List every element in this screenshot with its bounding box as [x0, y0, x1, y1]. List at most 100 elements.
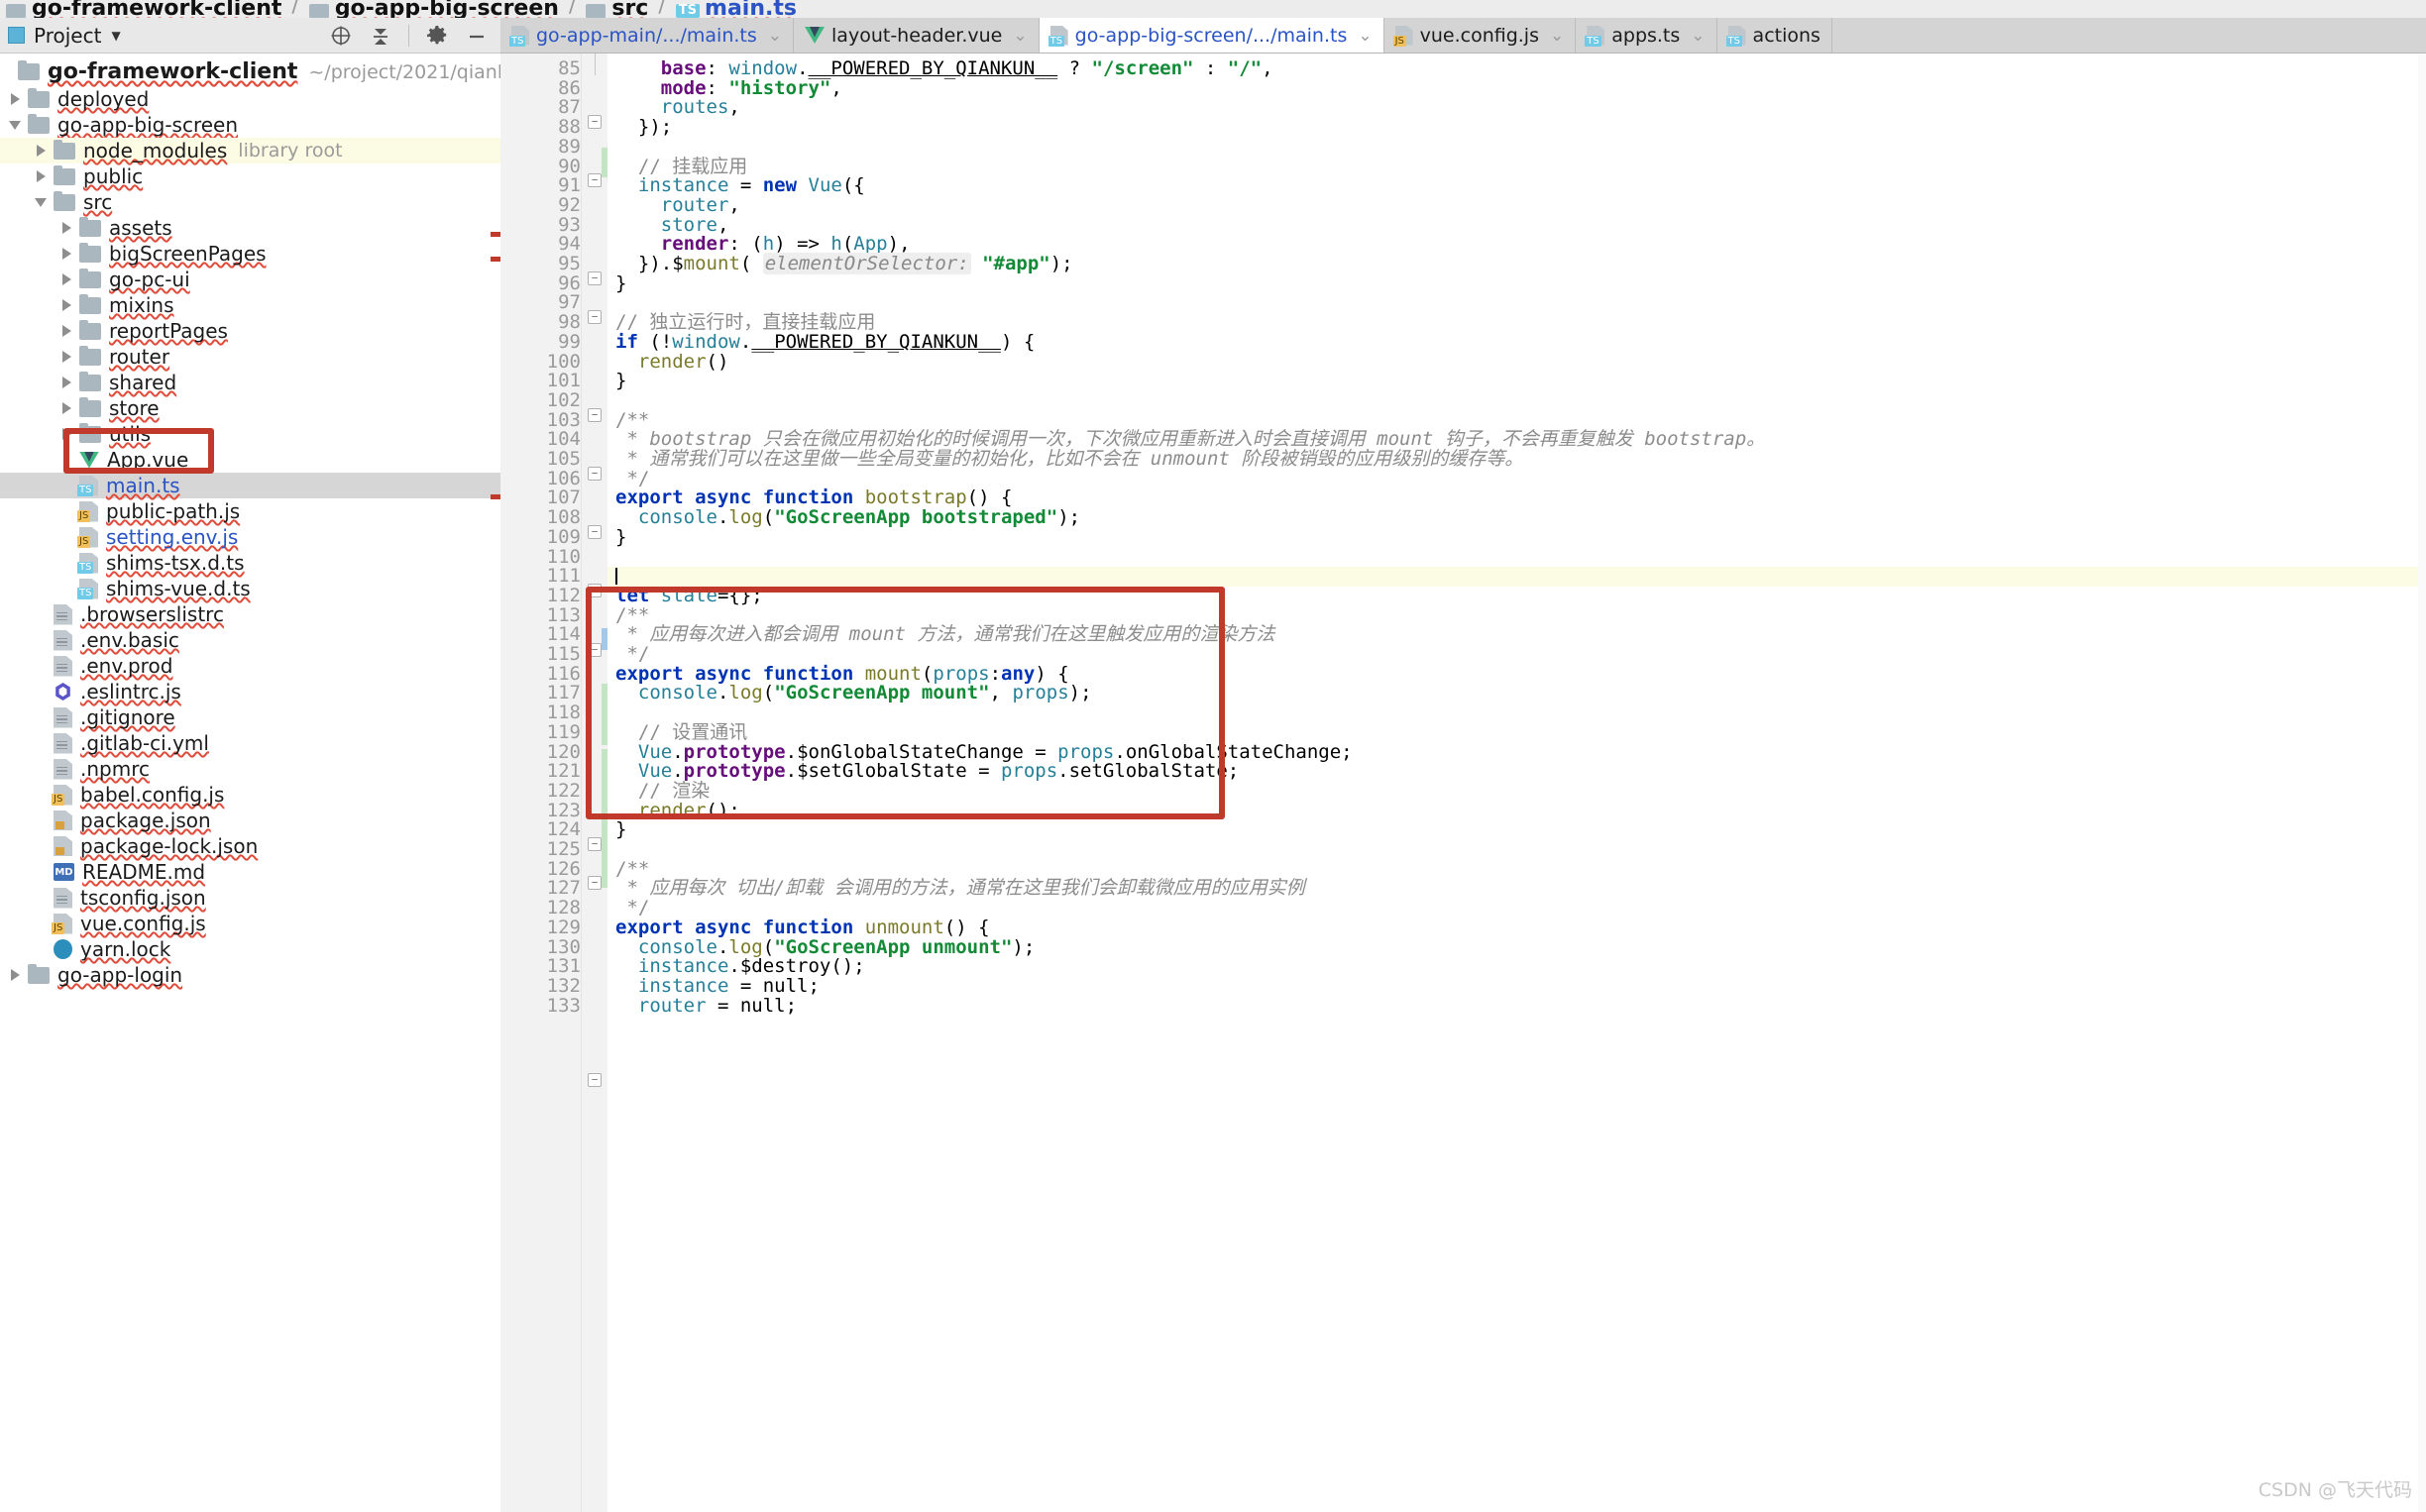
tree-row-router[interactable]: router [0, 344, 500, 370]
fold-toggle-icon[interactable]: − [588, 310, 602, 324]
expand-arrow-icon[interactable] [59, 349, 75, 365]
chevron-down-icon[interactable]: ⌄ [1691, 26, 1705, 46]
expand-arrow-icon[interactable] [59, 246, 75, 262]
tree-row-deployed[interactable]: deployed [0, 86, 500, 112]
code-line[interactable]: render(); [607, 801, 740, 821]
code-line[interactable] [607, 548, 615, 568]
fold-toggle-icon[interactable]: − [588, 643, 602, 657]
code-line[interactable]: } [607, 273, 626, 294]
breadcrumb-item-3[interactable]: TS main.ts [675, 0, 797, 18]
tree-row-setting-env-js[interactable]: JS setting.env.js [0, 524, 500, 550]
expand-arrow-icon[interactable] [34, 143, 50, 159]
tab-layout-header-vue[interactable]: layout-header.vue ⌄ [794, 18, 1040, 53]
fold-toggle-icon[interactable]: − [588, 173, 602, 187]
hide-toolwindow-icon[interactable] [465, 24, 489, 48]
tree-row-main-ts[interactable]: TS main.ts [0, 473, 500, 498]
fold-toggle-icon[interactable]: − [588, 876, 602, 890]
tree-row-node-modules[interactable]: node_modules library root [0, 138, 500, 163]
code-folding-column[interactable]: − − − − − − − − − − − − [582, 54, 607, 1512]
fold-toggle-icon[interactable]: − [588, 115, 602, 129]
tree-row-yarn-lock[interactable]: yarn.lock [0, 936, 500, 962]
tree-row-src[interactable]: src [0, 189, 500, 215]
collapse-all-icon[interactable] [369, 24, 392, 48]
chevron-down-icon[interactable]: ⌄ [1550, 26, 1564, 46]
fold-toggle-icon[interactable]: − [588, 837, 602, 851]
tree-row-go-app-login[interactable]: go-app-login [0, 962, 500, 988]
tab-go-app-big-screen-main-ts[interactable]: TS go-app-big-screen/.../main.ts ⌄ [1039, 18, 1384, 53]
tab-actions[interactable]: TS actions [1716, 18, 1832, 53]
tab-go-app-main-main-ts[interactable]: TS go-app-main/.../main.ts ⌄ [500, 18, 795, 53]
tab-vue-config-js[interactable]: JS vue.config.js ⌄ [1383, 18, 1577, 53]
code-line[interactable]: base: window.__POWERED_BY_QIANKUN__ ? "/… [607, 58, 1273, 79]
expand-arrow-icon[interactable] [59, 271, 75, 287]
chevron-down-icon[interactable]: ⌄ [1013, 26, 1027, 46]
tree-row--gitignore[interactable]: .gitignore [0, 704, 500, 730]
locate-icon[interactable] [329, 24, 353, 48]
tree-row-vue-config-js[interactable]: JS vue.config.js [0, 911, 500, 936]
code-line[interactable] [607, 840, 615, 860]
editor-scrollbar[interactable] [2418, 54, 2426, 1512]
collapse-arrow-icon[interactable] [34, 194, 50, 210]
tree-row-package-json[interactable]: package.json [0, 808, 500, 833]
code-line[interactable]: }); [607, 117, 672, 138]
code-line[interactable]: router = null; [607, 996, 797, 1017]
tree-row-tsconfig-json[interactable]: tsconfig.json [0, 885, 500, 911]
tree-row-utils[interactable]: utils [0, 421, 500, 447]
code-line[interactable]: } [607, 820, 626, 840]
code-line[interactable]: console.log("GoScreenApp bootstraped"); [607, 507, 1080, 528]
code-editor[interactable]: 85 86 87 88 89 90 91 92 93 94 95 96 97 98 99 100 101 102 1… [500, 54, 2426, 1512]
project-tree[interactable]: go-framework-client ~/project/2021/qiank… [0, 54, 500, 1512]
expand-arrow-icon[interactable] [8, 967, 24, 983]
breadcrumb-item-0[interactable]: go-framework-client [6, 0, 281, 18]
tree-row-public-path-js[interactable]: JS public-path.js [0, 498, 500, 524]
tree-root-row[interactable]: go-framework-client ~/project/2021/qiank… [0, 57, 500, 86]
fold-toggle-icon[interactable]: − [588, 271, 602, 285]
tree-row-bigscreenpages[interactable]: bigScreenPages [0, 241, 500, 267]
fold-toggle-icon[interactable]: − [588, 525, 602, 539]
chevron-down-icon[interactable]: ⌄ [1358, 26, 1372, 46]
code-line[interactable]: } [607, 371, 626, 391]
code-line[interactable]: * 应用每次 切出/卸载 会调用的方法，通常在这里我们会卸载微应用的应用实例 [607, 879, 1304, 899]
tree-row-mixins[interactable]: mixins [0, 292, 500, 318]
expand-arrow-icon[interactable] [59, 323, 75, 339]
tree-row--browserslistrc[interactable]: .browserslistrc [0, 601, 500, 627]
tab-apps-ts[interactable]: TS apps.ts ⌄ [1576, 18, 1717, 53]
tree-row-shared[interactable]: shared [0, 370, 500, 395]
tree-row--npmrc[interactable]: .npmrc [0, 756, 500, 782]
expand-arrow-icon[interactable] [59, 426, 75, 442]
expand-arrow-icon[interactable] [59, 375, 75, 390]
code-line[interactable] [607, 391, 615, 411]
expand-arrow-icon[interactable] [8, 91, 24, 107]
tree-row-public[interactable]: public [0, 163, 500, 189]
code-line[interactable]: console.log("GoScreenApp mount", props); [607, 684, 1092, 703]
breadcrumb-item-2[interactable]: src [586, 0, 648, 18]
settings-gear-icon[interactable] [425, 24, 449, 48]
breadcrumb-item-1[interactable]: go-app-big-screen [308, 0, 559, 18]
tree-row-go-pc-ui[interactable]: go-pc-ui [0, 267, 500, 292]
collapse-arrow-icon[interactable] [8, 117, 24, 133]
fold-toggle-icon[interactable]: − [588, 408, 602, 422]
code-line[interactable]: instance = new Vue({ [607, 175, 865, 196]
code-line[interactable] [607, 293, 615, 313]
tree-row-app-vue[interactable]: App.vue [0, 447, 500, 473]
code-line[interactable]: }).$mount( elementOrSelector: "#app"); [607, 253, 1073, 274]
tree-row--eslintrc-js[interactable]: .eslintrc.js [0, 679, 500, 704]
code-line[interactable] [607, 703, 615, 723]
code-line[interactable]: } [607, 527, 626, 548]
tree-row-go-app-big-screen[interactable]: go-app-big-screen [0, 112, 500, 138]
tree-row--env-prod[interactable]: .env.prod [0, 653, 500, 679]
expand-arrow-icon[interactable] [59, 400, 75, 416]
expand-arrow-icon[interactable] [34, 168, 50, 184]
fold-toggle-icon[interactable]: − [588, 467, 602, 481]
code-text-area[interactable]: base: window.__POWERED_BY_QIANKUN__ ? "/… [607, 54, 2426, 1512]
tree-row-reportpages[interactable]: reportPages [0, 318, 500, 344]
fold-toggle-icon[interactable]: − [588, 1073, 602, 1087]
fold-toggle-icon[interactable]: − [588, 584, 602, 597]
expand-arrow-icon[interactable] [59, 297, 75, 313]
tree-row--gitlab-ci-yml[interactable]: .gitlab-ci.yml [0, 730, 500, 756]
tree-row-assets[interactable]: assets [0, 215, 500, 241]
code-line[interactable]: * 通常我们可以在这里做一些全局变量的初始化，比如不会在 unmount 阶段被… [607, 449, 1523, 470]
tree-row-shims-vue-d-ts[interactable]: TS shims-vue.d.ts [0, 576, 500, 601]
tree-row-package-lock-json[interactable]: package-lock.json [0, 833, 500, 859]
chevron-down-icon[interactable]: ▼ [111, 29, 120, 43]
